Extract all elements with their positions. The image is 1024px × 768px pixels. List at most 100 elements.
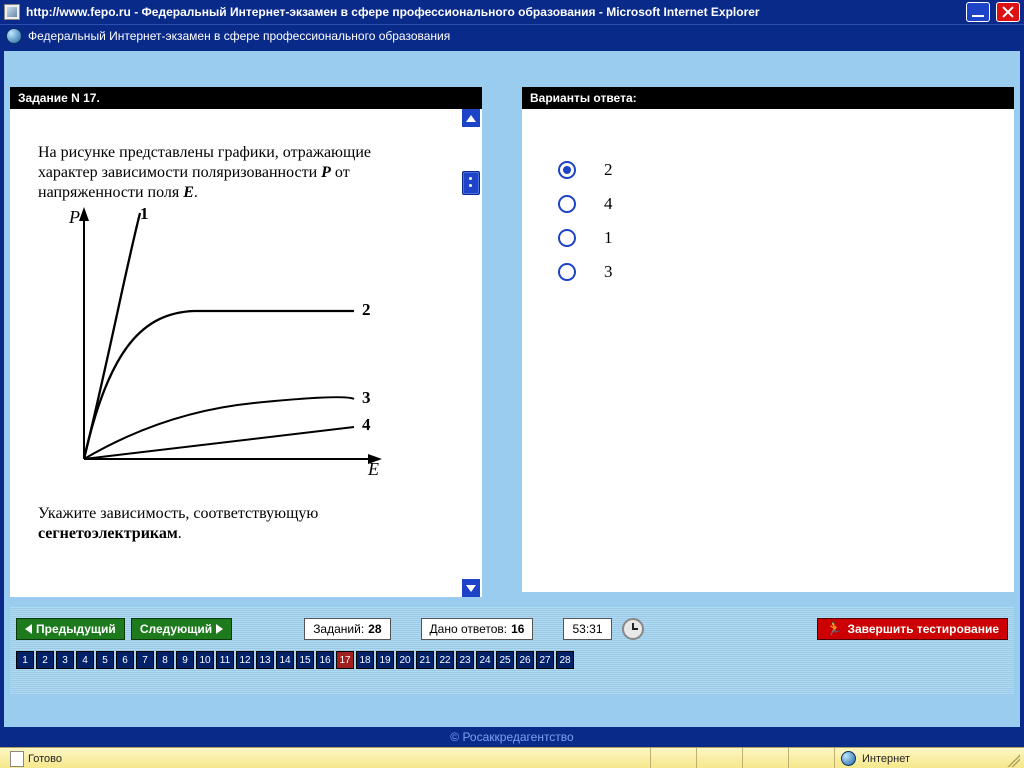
answer-option[interactable]: 2 xyxy=(558,153,1004,187)
question-nav-8[interactable]: 8 xyxy=(156,651,174,669)
question-panel: Задание N 17. На рисунке представлены гр… xyxy=(10,87,482,597)
tab-label[interactable]: Федеральный Интернет-экзамен в сфере про… xyxy=(28,29,450,43)
question-nav-26[interactable]: 26 xyxy=(516,651,534,669)
question-nav-22[interactable]: 22 xyxy=(436,651,454,669)
document-icon xyxy=(10,751,24,767)
status-bar: Готово Интернет xyxy=(0,747,1024,768)
controls-row: Предыдущий Следующий Заданий: 28 Дано от… xyxy=(10,617,1014,641)
window-title: http://www.fepo.ru - Федеральный Интерне… xyxy=(26,5,960,19)
answers-panel: Варианты ответа: 2 4 1 3 xyxy=(522,87,1014,592)
question-nav-9[interactable]: 9 xyxy=(176,651,194,669)
radio-icon[interactable] xyxy=(558,263,576,281)
minimize-button[interactable] xyxy=(966,2,990,22)
question-followup: Укажите зависимость, соответствующую сег… xyxy=(10,482,462,544)
question-number-row: 1234567891011121314151617181920212223242… xyxy=(16,651,1008,669)
answered-label: Дано ответов: xyxy=(430,622,508,636)
status-text: Готово xyxy=(28,753,62,765)
followup-lead: Укажите зависимость, соответствующую xyxy=(38,505,318,522)
question-nav-17[interactable]: 17 xyxy=(336,651,354,669)
answer-option[interactable]: 3 xyxy=(558,255,1004,289)
y-axis-label: P xyxy=(68,207,80,227)
total-tasks-value: 28 xyxy=(368,622,381,636)
radio-icon[interactable] xyxy=(558,229,576,247)
status-ready-cell: Готово xyxy=(4,748,650,768)
bottom-strip: Предыдущий Следующий Заданий: 28 Дано от… xyxy=(10,607,1014,695)
status-cell-3 xyxy=(696,748,742,768)
answer-label: 2 xyxy=(604,160,613,180)
close-button[interactable] xyxy=(996,2,1020,22)
question-nav-23[interactable]: 23 xyxy=(456,651,474,669)
question-nav-19[interactable]: 19 xyxy=(376,651,394,669)
question-nav-1[interactable]: 1 xyxy=(16,651,34,669)
followup-bold: сегнетоэлектрикам xyxy=(38,525,178,542)
prev-button[interactable]: Предыдущий xyxy=(16,618,125,640)
chevron-left-icon xyxy=(25,624,32,634)
clock-icon xyxy=(622,618,644,640)
curve-4-label: 4 xyxy=(362,415,371,434)
status-cell-4 xyxy=(742,748,788,768)
question-nav-2[interactable]: 2 xyxy=(36,651,54,669)
x-axis-label: E xyxy=(367,459,379,477)
question-nav-28[interactable]: 28 xyxy=(556,651,574,669)
question-nav-21[interactable]: 21 xyxy=(416,651,434,669)
internet-zone-icon xyxy=(841,751,856,766)
question-nav-16[interactable]: 16 xyxy=(316,651,334,669)
curve-3-label: 3 xyxy=(362,388,371,407)
question-nav-18[interactable]: 18 xyxy=(356,651,374,669)
question-nav-25[interactable]: 25 xyxy=(496,651,514,669)
question-nav-6[interactable]: 6 xyxy=(116,651,134,669)
total-tasks-label: Заданий: xyxy=(313,622,364,636)
app-frame: Задание N 17. На рисунке представлены гр… xyxy=(0,47,1024,747)
followup-tail: . xyxy=(178,525,182,542)
window-titlebar: http://www.fepo.ru - Федеральный Интерне… xyxy=(0,0,1024,24)
scroll-down-button[interactable] xyxy=(462,579,480,597)
question-body: На рисунке представлены графики, отражаю… xyxy=(10,109,462,597)
answer-label: 4 xyxy=(604,194,613,214)
question-nav-13[interactable]: 13 xyxy=(256,651,274,669)
answered-box: Дано ответов: 16 xyxy=(421,618,534,640)
answers-header: Варианты ответа: xyxy=(522,87,1014,109)
answer-label: 1 xyxy=(604,228,613,248)
question-nav-4[interactable]: 4 xyxy=(76,651,94,669)
radio-icon[interactable] xyxy=(558,161,576,179)
next-label: Следующий xyxy=(140,622,212,636)
prev-label: Предыдущий xyxy=(36,622,116,636)
scroll-up-button[interactable] xyxy=(462,109,480,127)
workarea: Задание N 17. На рисунке представлены гр… xyxy=(10,87,1014,597)
question-nav-12[interactable]: 12 xyxy=(236,651,254,669)
browser-tab-strip: Федеральный Интернет-экзамен в сфере про… xyxy=(0,24,1024,47)
answer-option[interactable]: 1 xyxy=(558,221,1004,255)
question-nav-14[interactable]: 14 xyxy=(276,651,294,669)
question-nav-5[interactable]: 5 xyxy=(96,651,114,669)
info-button[interactable] xyxy=(462,171,480,195)
curve-1-label: 1 xyxy=(140,207,149,223)
status-cell-2 xyxy=(650,748,696,768)
question-nav-3[interactable]: 3 xyxy=(56,651,74,669)
question-text-tail: . xyxy=(194,184,198,201)
question-nav-11[interactable]: 11 xyxy=(216,651,234,669)
question-nav-20[interactable]: 20 xyxy=(396,651,414,669)
question-nav-27[interactable]: 27 xyxy=(536,651,554,669)
status-cell-5 xyxy=(788,748,834,768)
radio-icon[interactable] xyxy=(558,195,576,213)
answer-label: 3 xyxy=(604,262,613,282)
footer-credit: © Росаккредагентство xyxy=(4,727,1020,747)
symbol-E: E xyxy=(183,184,194,201)
chevron-right-icon xyxy=(216,624,223,634)
graph-figure: P E 4 3 2 1 xyxy=(54,207,384,477)
question-nav-10[interactable]: 10 xyxy=(196,651,214,669)
question-nav-15[interactable]: 15 xyxy=(296,651,314,669)
next-button[interactable]: Следующий xyxy=(131,618,232,640)
answer-option[interactable]: 4 xyxy=(558,187,1004,221)
symbol-P: P xyxy=(321,164,331,181)
finish-test-button[interactable]: 🏃 Завершить тестирование xyxy=(817,618,1008,640)
question-nav-7[interactable]: 7 xyxy=(136,651,154,669)
resize-grip-icon[interactable] xyxy=(1004,751,1020,767)
question-nav-24[interactable]: 24 xyxy=(476,651,494,669)
answered-value: 16 xyxy=(511,622,524,636)
zone-label: Интернет xyxy=(862,753,910,765)
timer-box: 53:31 xyxy=(563,618,611,640)
status-zone-cell: Интернет xyxy=(834,748,1004,768)
total-tasks-box: Заданий: 28 xyxy=(304,618,390,640)
ie-page-icon xyxy=(4,4,20,20)
